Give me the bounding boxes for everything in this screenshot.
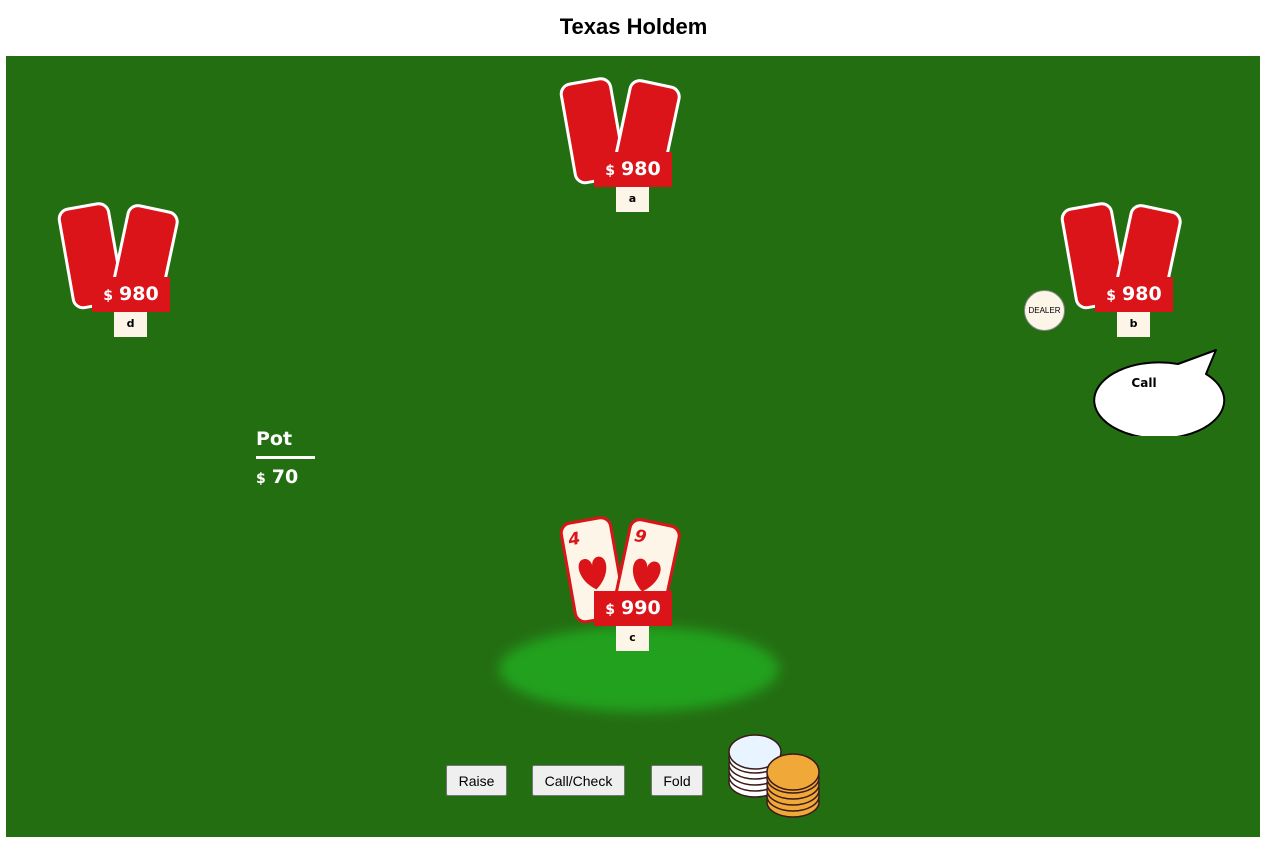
chip-stack-c: $990 [594, 591, 672, 626]
player-seat-b: $980 b [1060, 202, 1194, 354]
poker-table: $980 a $980 d $980 b DEALER Call Pot $70… [6, 56, 1260, 837]
pot-value: $70 [256, 466, 299, 488]
dealer-button: DEALER [1024, 290, 1065, 331]
player-seat-c: 4 9 $990 c [559, 516, 693, 668]
player-name-c: c [616, 626, 649, 651]
page-title: Texas Holdem [559, 14, 708, 39]
speech-bubble [1093, 349, 1226, 436]
player-seat-a: $980 a [559, 77, 693, 229]
player-seat-d: $980 d [57, 202, 191, 354]
player-name-d: d [114, 312, 147, 337]
chips-icon [728, 734, 820, 818]
player-name-b: b [1117, 312, 1150, 337]
raise-button[interactable]: Raise [446, 765, 507, 796]
chip-stack-a: $980 [594, 152, 672, 187]
chip-stack-b: $980 [1095, 277, 1173, 312]
player-name-a: a [616, 187, 649, 212]
fold-button[interactable]: Fold [651, 765, 703, 796]
pot-divider [256, 456, 315, 459]
speech-bubble-text: Call [1131, 376, 1157, 390]
chip-stack-d: $980 [92, 277, 170, 312]
pot-label: Pot [256, 428, 293, 450]
call-check-button[interactable]: Call/Check [532, 765, 625, 796]
